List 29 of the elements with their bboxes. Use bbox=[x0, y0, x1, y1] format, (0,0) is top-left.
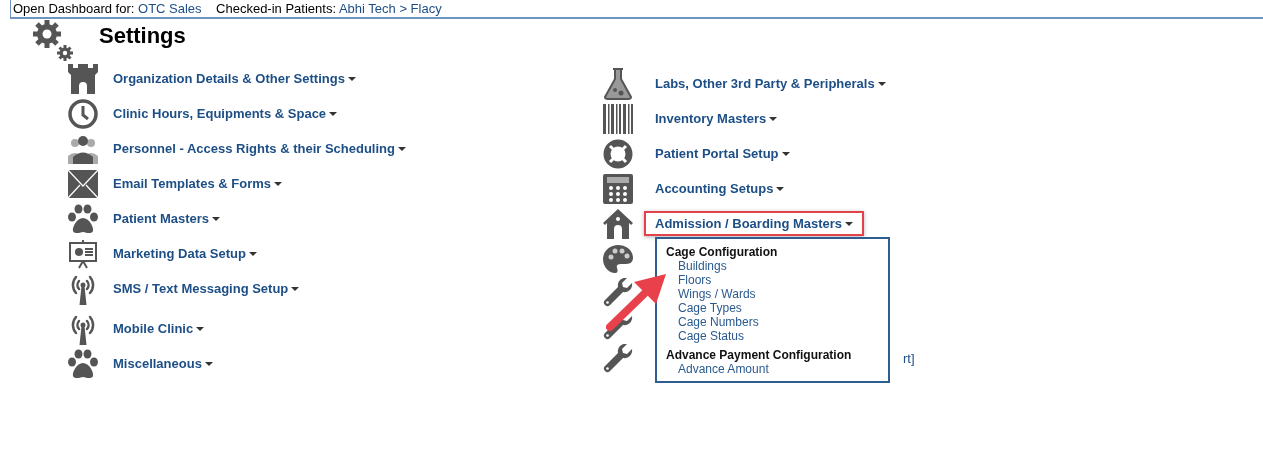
menu-link[interactable]: Accounting Setups bbox=[653, 176, 791, 201]
menu-link[interactable]: Admission / Boarding Masters bbox=[644, 211, 865, 236]
menu-item[interactable]: Cage Status bbox=[666, 329, 888, 343]
menu-item[interactable]: Cage Numbers bbox=[666, 315, 888, 329]
menu-link[interactable]: SMS / Text Messaging Setup bbox=[111, 276, 306, 301]
menu-item[interactable]: Buildings bbox=[666, 259, 888, 273]
menu-link[interactable]: Organization Details & Other Settings bbox=[111, 66, 362, 91]
patients-link[interactable]: Abhi Tech > Flacy bbox=[338, 1, 442, 16]
menu-item[interactable]: Floors bbox=[666, 273, 888, 287]
menu-item[interactable]: Advance Amount bbox=[666, 362, 888, 376]
menu-item[interactable]: Wings / Wards bbox=[666, 287, 888, 301]
menu-link[interactable]: Marketing Data Setup bbox=[111, 241, 263, 266]
menu-heading: Advance Payment Configuration bbox=[666, 348, 853, 362]
menu-link[interactable]: Labs, Other 3rd Party & Peripherals bbox=[653, 71, 892, 96]
menu-link[interactable]: Email Templates & Forms bbox=[111, 171, 288, 196]
link-text-fragment[interactable]: rt] bbox=[903, 351, 915, 366]
page-title: Settings bbox=[99, 23, 186, 49]
dashboard-link[interactable]: OTC Sales bbox=[138, 1, 202, 16]
dashboard-label: Open Dashboard for: bbox=[13, 1, 135, 16]
menu-link[interactable]: Clinic Hours, Equipments & Space bbox=[111, 101, 344, 126]
menu-link[interactable]: Personnel - Access Rights & their Scheduling bbox=[111, 136, 412, 161]
menu-item[interactable]: Cage Types bbox=[666, 301, 888, 315]
menu-link[interactable]: Mobile Clinic bbox=[111, 316, 211, 341]
menu-link[interactable]: Miscellaneous bbox=[111, 351, 219, 376]
menu-heading: Cage Configuration bbox=[666, 245, 779, 259]
menu-link[interactable]: Patient Masters bbox=[111, 206, 227, 231]
menu-link[interactable]: Patient Portal Setup bbox=[653, 141, 796, 166]
patients-label: Checked-in Patients: bbox=[216, 1, 336, 16]
menu-link[interactable]: Inventory Masters bbox=[653, 106, 784, 131]
